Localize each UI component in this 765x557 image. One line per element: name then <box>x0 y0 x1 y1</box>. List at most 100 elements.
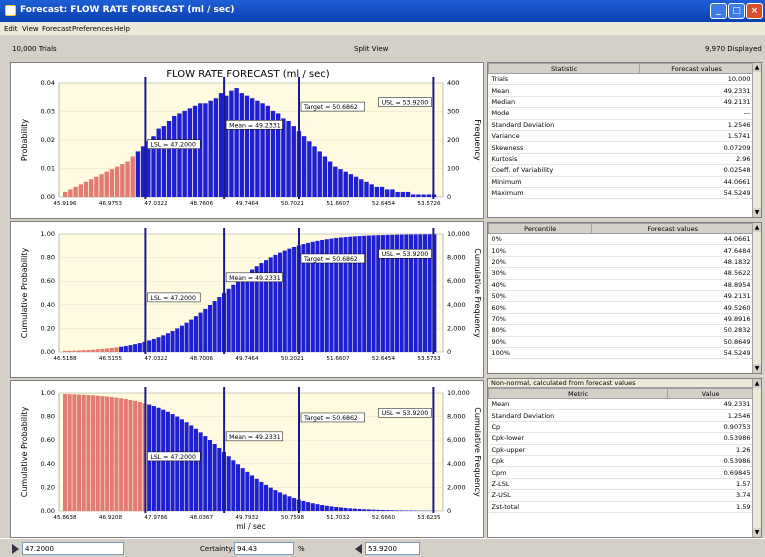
right-grabber-icon[interactable] <box>355 544 362 554</box>
stat-value-header[interactable]: Forecast values <box>639 63 754 74</box>
capability-value: 1.59 <box>667 501 754 513</box>
stat-row[interactable]: Mode --- <box>488 107 754 120</box>
y-tick-label: 0.60 <box>41 277 55 285</box>
percentile-value: 50.8649 <box>591 336 754 348</box>
stat-header[interactable]: Statistic <box>488 63 641 74</box>
capability-row[interactable]: Z-LSL 1.57 <box>488 478 754 491</box>
x-tick-label: 48.0367 <box>190 515 214 521</box>
percentile-row[interactable]: 50% 49.2131 <box>488 290 754 303</box>
scroll-up-icon[interactable]: ▲ <box>753 379 761 388</box>
stat-row[interactable]: Skewness 0.07209 <box>488 141 754 154</box>
stat-value: 1.2546 <box>639 119 754 131</box>
stat-label: Mode <box>488 107 640 120</box>
close-button[interactable]: × <box>746 3 763 19</box>
percentile-row[interactable]: 20% 48.1832 <box>488 256 754 269</box>
percentile-row[interactable]: 10% 47.6484 <box>488 244 754 257</box>
view-mode[interactable]: Split View <box>354 45 388 53</box>
minimize-button[interactable]: _ <box>710 3 727 19</box>
stat-row[interactable]: Coeff. of Variability 0.02548 <box>488 164 754 177</box>
metric-value-header[interactable]: Value <box>667 388 754 399</box>
menu-edit[interactable]: Edit <box>4 25 18 33</box>
percentile-row[interactable]: 0% 44.0661 <box>488 233 754 246</box>
stat-value: 49.2331 <box>639 84 754 97</box>
right-value-field[interactable]: 53.9200 <box>365 542 420 555</box>
menu-forecast[interactable]: Forecast <box>42 25 72 33</box>
cumulative-bar <box>86 349 91 352</box>
x-tick-label: 46.9753 <box>99 201 123 207</box>
menu-preferences[interactable]: Preferences <box>72 25 113 33</box>
stat-row[interactable]: Variance 1.5741 <box>488 130 754 143</box>
stat-row[interactable]: Mean 49.2331 <box>488 84 754 97</box>
capability-label: Cp <box>488 421 668 434</box>
cumulative-bar <box>357 236 362 352</box>
menu-help[interactable]: Help <box>114 25 130 33</box>
stat-label: Mean <box>488 84 640 97</box>
cumulative-bar <box>259 481 264 511</box>
capability-row[interactable]: Cpk-lower 0.53986 <box>488 432 754 445</box>
maximize-button[interactable]: □ <box>728 3 745 19</box>
stat-value: 10,000 <box>639 73 754 86</box>
percentile-row[interactable]: 40% 48.8954 <box>488 279 754 291</box>
capability-row[interactable]: Cpk-upper 1.26 <box>488 444 754 456</box>
percentile-row[interactable]: 90% 50.8649 <box>488 336 754 348</box>
capability-row[interactable]: Standard Deviation 1.2546 <box>488 409 754 422</box>
stat-row[interactable]: Trials 10,000 <box>488 73 754 86</box>
capability-value: 1.57 <box>667 478 754 491</box>
histogram-bar <box>161 126 167 197</box>
histogram-bar <box>68 189 73 197</box>
capability-row[interactable]: Zst-total 1.59 <box>488 501 754 513</box>
capability-value: 0.69845 <box>667 466 754 479</box>
x-tick-label: 45.8638 <box>53 515 77 521</box>
y-tick-label: 0.60 <box>41 436 55 444</box>
percentile-row[interactable]: 100% 54.5249 <box>488 347 754 360</box>
y2-tick-label: 2,000 <box>447 324 466 332</box>
x-tick-label: 47.0322 <box>144 356 167 362</box>
stat-value: --- <box>639 107 754 120</box>
spec-label: LSL = 47.2000 <box>150 454 196 461</box>
scroll-down-icon[interactable]: ▼ <box>753 528 761 537</box>
percentile-row[interactable]: 30% 48.5622 <box>488 267 754 280</box>
histogram-bar <box>198 103 203 197</box>
capability-row[interactable]: Cpm 0.69845 <box>488 466 754 479</box>
histogram-bar <box>312 146 317 197</box>
y-tick-label: 0.80 <box>41 413 55 421</box>
cumulative-bar <box>207 439 212 511</box>
percentile-row[interactable]: 80% 50.2832 <box>488 324 754 337</box>
y2-tick-label: 6,000 <box>447 277 466 285</box>
left-value-field[interactable]: 47.2000 <box>22 542 124 555</box>
percentile-row[interactable]: 70% 49.8916 <box>488 313 754 326</box>
scroll-up-icon[interactable]: ▲ <box>753 223 761 232</box>
capability-row[interactable]: Mean 49.2331 <box>488 398 754 411</box>
certainty-field[interactable]: 94.43 <box>234 542 294 555</box>
scroll-down-icon[interactable]: ▼ <box>753 364 761 373</box>
capability-row[interactable]: Cpk 0.53986 <box>488 455 754 468</box>
scroll-down-icon[interactable]: ▼ <box>753 208 761 217</box>
statistics-scrollbar[interactable]: ▲ ▼ <box>752 63 761 217</box>
capability-row[interactable]: Z-USL 3.74 <box>488 489 754 502</box>
stat-row[interactable]: Kurtosis 2.96 <box>488 153 754 166</box>
cumulative-bar <box>226 288 231 352</box>
histogram-bar <box>281 118 286 197</box>
cumulative-bar <box>231 460 236 511</box>
percentiles-scrollbar[interactable]: ▲ ▼ <box>752 223 761 373</box>
cumulative-bar <box>380 509 385 511</box>
percentile-label: 50% <box>488 290 592 303</box>
histogram-bar <box>260 103 265 197</box>
histogram-bar <box>182 110 187 197</box>
percentile-row[interactable]: 60% 49.5260 <box>488 301 754 314</box>
capability-label: Z-USL <box>488 489 668 502</box>
scroll-up-icon[interactable]: ▲ <box>753 63 761 72</box>
cumulative-bar <box>128 399 133 511</box>
left-grabber-icon[interactable] <box>12 544 19 554</box>
stat-row[interactable]: Standard Deviation 1.2546 <box>488 119 754 131</box>
metric-header[interactable]: Metric <box>488 388 669 399</box>
percentile-header[interactable]: Percentile <box>488 223 593 234</box>
stat-row[interactable]: Median 49.2131 <box>488 96 754 109</box>
stat-label: Maximum <box>488 187 640 200</box>
capability-row[interactable]: Cp 0.90753 <box>488 421 754 434</box>
menu-view[interactable]: View <box>22 25 39 33</box>
percentile-value-header[interactable]: Forecast values <box>591 223 754 234</box>
stat-row[interactable]: Maximum 54.5249 <box>488 187 754 200</box>
stat-row[interactable]: Minimum 44.0661 <box>488 176 754 188</box>
capability-scrollbar[interactable]: ▲ ▼ <box>752 379 761 537</box>
